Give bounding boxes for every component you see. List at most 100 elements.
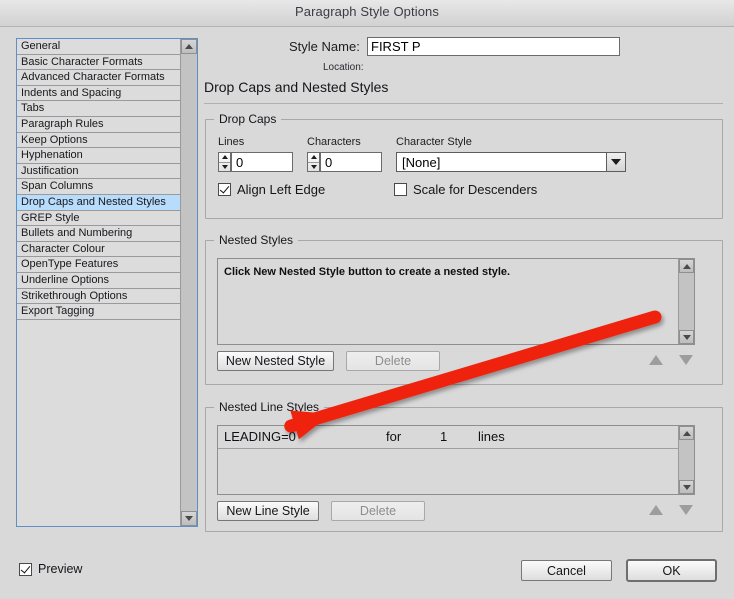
triangle-up-icon [682, 430, 691, 436]
characters-stepper-down[interactable] [308, 163, 319, 172]
chevron-down-icon[interactable] [606, 153, 625, 171]
sidebar-item-opentype-features[interactable]: OpenType Features [17, 257, 181, 273]
sidebar-item-character-colour[interactable]: Character Colour [17, 241, 181, 258]
nested-line-styles-list[interactable]: LEADING=0 for 1 lines [218, 426, 678, 494]
nested-line-styles-group: Nested Line Styles LEADING=0 for 1 lines Ne… [205, 400, 723, 532]
sidebar-item-hyphenation[interactable]: Hyphenation [17, 148, 181, 164]
characters-input[interactable] [320, 152, 382, 172]
style-name-row: Style Name: [200, 37, 734, 57]
lines-input[interactable] [231, 152, 293, 172]
checkbox-icon [394, 183, 407, 196]
window-title: Paragraph Style Options [295, 4, 439, 19]
sidebar-item-keep-options[interactable]: Keep Options [17, 132, 181, 149]
checkbox-icon [19, 562, 32, 576]
characters-label: Characters [307, 136, 361, 148]
triangle-down-icon [682, 484, 691, 490]
sidebar-item-drop-caps-and-nested-styles[interactable]: Drop Caps and Nested Styles [17, 194, 181, 211]
nested-styles-listbox[interactable]: Click New Nested Style button to create … [217, 258, 695, 345]
sidebar-item-general[interactable]: General [17, 39, 181, 55]
character-style-value: [None] [402, 154, 441, 170]
sidebar-item-indents-and-spacing[interactable]: Indents and Spacing [17, 85, 181, 102]
triangle-up-icon [649, 355, 663, 365]
scroll-down-button[interactable] [679, 330, 694, 344]
triangle-up-icon [185, 44, 193, 49]
preview-checkbox[interactable]: Preview [19, 562, 82, 576]
scale-for-descenders-checkbox[interactable]: Scale for Descenders [394, 182, 537, 197]
cancel-button[interactable]: Cancel [521, 560, 612, 581]
move-line-style-up-button[interactable] [647, 502, 665, 518]
nested-line-styles-listbox[interactable]: LEADING=0 for 1 lines [217, 425, 695, 495]
sidebar-item-span-columns[interactable]: Span Columns [17, 179, 181, 195]
triangle-down-icon [679, 355, 693, 365]
page-title: Drop Caps and Nested Styles [204, 79, 389, 95]
nested-styles-group: Nested Styles Click New Nested Style but… [205, 233, 723, 385]
line-style-connector: for [386, 429, 402, 444]
lines-stepper[interactable] [218, 152, 231, 172]
scroll-down-button[interactable] [181, 511, 197, 526]
character-style-label: Character Style [396, 136, 472, 148]
sidebar-item-bullets-and-numbering[interactable]: Bullets and Numbering [17, 226, 181, 242]
sidebar-item-basic-character-formats[interactable]: Basic Character Formats [17, 54, 181, 71]
characters-stepper-up[interactable] [308, 153, 319, 163]
options-panel: Style Name: Location: Drop Caps and Nest… [200, 27, 734, 599]
line-style-count: 1 [440, 429, 448, 444]
scroll-up-button[interactable] [181, 39, 197, 54]
sidebar-item-tabs[interactable]: Tabs [17, 101, 181, 117]
triangle-down-icon [679, 505, 693, 515]
triangle-down-glyph [611, 159, 621, 165]
nested-line-styles-scrollbar[interactable] [678, 426, 694, 494]
paragraph-style-options-dialog: Paragraph Style Options General Basic Cha… [0, 0, 734, 599]
align-left-edge-checkbox[interactable]: Align Left Edge [218, 182, 325, 197]
sidebar-item-underline-options[interactable]: Underline Options [17, 272, 181, 289]
delete-line-style-button[interactable]: Delete [331, 501, 425, 521]
style-name-input[interactable] [367, 37, 620, 56]
table-row[interactable]: LEADING=0 for 1 lines [218, 426, 678, 449]
sidebar-item-export-tagging[interactable]: Export Tagging [17, 304, 181, 320]
sidebar-empty-area [17, 319, 181, 526]
delete-nested-style-button[interactable]: Delete [346, 351, 440, 371]
style-category-scrollbar[interactable] [180, 39, 197, 526]
dialog-body: General Basic Character Formats Advanced C… [0, 27, 734, 599]
triangle-down-icon [310, 164, 317, 169]
triangle-up-icon [221, 155, 228, 160]
nested-line-styles-group-title: Nested Line Styles [214, 400, 325, 414]
move-nested-style-up-button[interactable] [647, 352, 665, 368]
new-nested-style-button[interactable]: New Nested Style [217, 351, 334, 371]
move-nested-style-down-button[interactable] [677, 352, 695, 368]
nested-styles-empty-hint: Click New Nested Style button to create … [224, 266, 511, 278]
lines-stepper-down[interactable] [219, 163, 230, 172]
lines-stepper-up[interactable] [219, 153, 230, 163]
sidebar-item-strikethrough-options[interactable]: Strikethrough Options [17, 288, 181, 305]
triangle-down-icon [682, 334, 691, 340]
location-label: Location: [323, 62, 364, 73]
sidebar-item-justification[interactable]: Justification [17, 163, 181, 180]
character-style-dropdown[interactable]: [None] [396, 152, 626, 172]
scroll-up-button[interactable] [679, 426, 694, 440]
align-left-edge-label: Align Left Edge [237, 182, 326, 197]
ok-button[interactable]: OK [626, 559, 717, 582]
triangle-up-icon [682, 263, 691, 269]
scroll-up-button[interactable] [679, 259, 694, 273]
sidebar-item-advanced-character-formats[interactable]: Advanced Character Formats [17, 70, 181, 86]
style-name-label: Style Name: [289, 39, 360, 54]
sidebar-item-grep-style[interactable]: GREP Style [17, 210, 181, 227]
line-style-unit: lines [478, 429, 505, 444]
triangle-up-icon [649, 505, 663, 515]
style-category-list[interactable]: General Basic Character Formats Advanced C… [16, 38, 198, 527]
checkbox-icon [218, 183, 231, 196]
new-line-style-button[interactable]: New Line Style [217, 501, 319, 521]
nested-styles-scrollbar[interactable] [678, 259, 694, 344]
triangle-down-icon [221, 164, 228, 169]
nested-styles-list[interactable]: Click New Nested Style button to create … [218, 259, 678, 344]
characters-stepper[interactable] [307, 152, 320, 172]
sidebar-item-paragraph-rules[interactable]: Paragraph Rules [17, 116, 181, 133]
drop-caps-group-title: Drop Caps [214, 112, 282, 126]
style-category-list-items[interactable]: General Basic Character Formats Advanced C… [17, 39, 181, 526]
preview-label: Preview [38, 562, 83, 576]
move-line-style-down-button[interactable] [677, 502, 695, 518]
line-style-style: LEADING=0 [224, 429, 296, 444]
scroll-down-button[interactable] [679, 480, 694, 494]
triangle-up-icon [310, 155, 317, 160]
scale-for-descenders-label: Scale for Descenders [413, 182, 538, 197]
window-titlebar: Paragraph Style Options [0, 0, 734, 27]
